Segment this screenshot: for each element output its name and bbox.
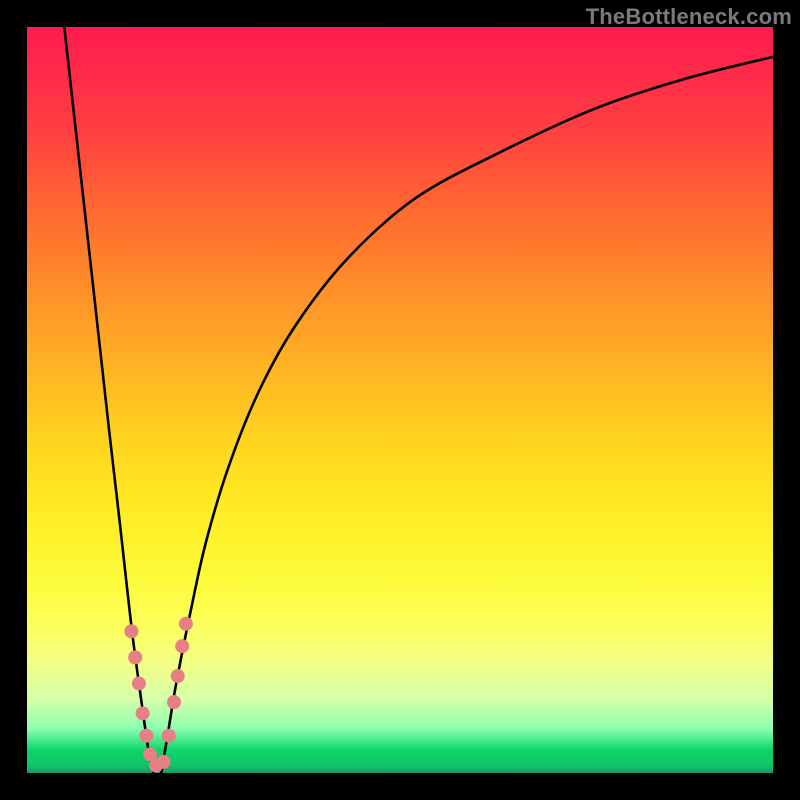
chart-frame: TheBottleneck.com — [0, 0, 800, 800]
data-marker — [157, 755, 171, 769]
data-marker — [175, 639, 189, 653]
curves-svg — [27, 27, 773, 773]
data-marker — [162, 729, 176, 743]
data-marker — [128, 650, 142, 664]
data-marker — [132, 676, 146, 690]
markers-group — [124, 617, 192, 773]
data-marker — [124, 624, 138, 638]
data-marker — [167, 695, 181, 709]
data-marker — [179, 617, 193, 631]
data-marker — [171, 669, 185, 683]
curve-right-branch — [161, 57, 773, 773]
data-marker — [139, 729, 153, 743]
plot-area — [27, 27, 773, 773]
watermark-label: TheBottleneck.com — [586, 4, 792, 30]
data-marker — [136, 706, 150, 720]
